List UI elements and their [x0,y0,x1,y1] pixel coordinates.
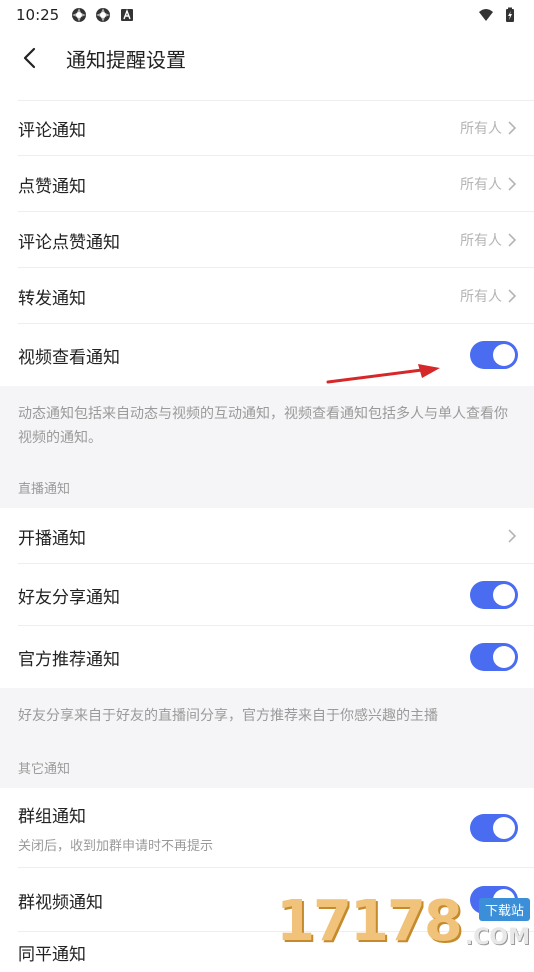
row-right [470,581,518,609]
row-right: 所有人 [460,118,518,138]
annotation-arrow [326,364,440,384]
row-value: 所有人 [460,121,502,137]
row-official-recommend-notice: 官方推荐通知 [0,626,534,688]
page-title: 通知提醒设置 [66,47,186,72]
row-label: 群视频通知 [18,892,103,913]
settings-list: 评论通知 所有人 点赞通知 所有人 评论点赞通知 所有人 转发通知 所有人 视频… [0,100,534,972]
official-recommend-toggle[interactable] [470,643,518,671]
chevron-right-icon [508,121,517,135]
row-label: 开播通知 [18,528,86,549]
aperture-icon [96,8,111,22]
aperture-icon [72,8,87,22]
row-label: 好友分享通知 [18,587,120,608]
row-repost-notice[interactable]: 转发通知 所有人 [0,268,534,324]
chevron-right-icon [508,289,517,303]
row-value: 所有人 [460,289,502,305]
row-value: 所有人 [460,177,502,193]
status-time: 10:25 [16,6,60,24]
watermark-number: 17178 [276,889,463,954]
row-right: 所有人 [460,286,518,306]
row-video-view-notice: 视频查看通知 [0,324,534,386]
watermark-domain: .COM [464,925,530,950]
row-group-notice: 群组通知 关闭后，收到加群申请时不再提示 [0,788,534,868]
toggle-knob [493,817,515,839]
row-right [470,643,518,671]
header: 通知提醒设置 [0,30,534,86]
row-comment-like-notice[interactable]: 评论点赞通知 所有人 [0,212,534,268]
battery-icon [506,7,514,22]
toggle-knob [493,344,515,366]
section-title-live: 直播通知 [0,466,534,508]
row-label: 转发通知 [18,288,86,309]
status-icons-left [71,7,135,23]
chevron-right-icon [508,233,517,247]
friend-share-toggle[interactable] [470,581,518,609]
dynamic-note: 动态通知包括来自动态与视频的互动通知，视频查看通知包括多人与单人查看你视频的通知… [0,386,534,466]
back-button[interactable] [16,44,44,72]
row-label: 群组通知 [18,807,86,827]
row-friend-share-notice: 好友分享通知 [0,564,534,626]
row-label: 评论通知 [18,120,86,141]
app-a-icon [121,9,134,21]
chevron-right-icon [508,529,517,543]
status-bar: 10:25 [0,0,534,30]
watermark-right: 下载站 .COM [465,898,530,950]
row-sub: 关闭后，收到加群申请时不再提示 [18,839,214,854]
chevron-left-icon [23,47,36,69]
row-value: 所有人 [460,233,502,249]
row-right: 所有人 [460,230,518,250]
row-comment-notice[interactable]: 评论通知 所有人 [0,100,534,156]
status-icons-right [478,7,518,23]
watermark-logo: 17178 下载站 .COM [276,888,530,950]
row-right [470,814,518,842]
row-label: 点赞通知 [18,176,86,197]
group-toggle[interactable] [470,814,518,842]
row-right [506,528,518,544]
row-texts: 群组通知 关闭后，收到加群申请时不再提示 [18,802,213,854]
row-right [470,341,518,369]
chevron-right-icon [508,177,517,191]
row-label: 评论点赞通知 [18,232,120,253]
watermark-tag: 下载站 [478,898,530,921]
live-note: 好友分享来自于好友的直播间分享，官方推荐来自于你感兴趣的主播 [0,688,534,746]
row-like-notice[interactable]: 点赞通知 所有人 [0,156,534,212]
wifi-icon [479,9,493,21]
row-right: 所有人 [460,174,518,194]
toggle-knob [493,584,515,606]
section-title-other: 其它通知 [0,746,534,788]
video-view-toggle[interactable] [470,341,518,369]
row-start-live-notice[interactable]: 开播通知 [0,508,534,564]
row-label: 官方推荐通知 [18,649,120,670]
row-label: 同平通知 [18,945,86,965]
row-label: 视频查看通知 [18,347,120,368]
toggle-knob [493,646,515,668]
